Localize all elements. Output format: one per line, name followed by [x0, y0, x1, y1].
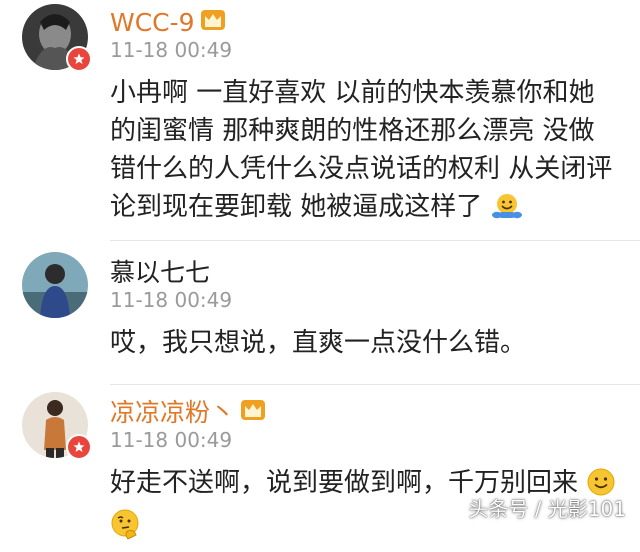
comment-item: WCC-9 11-18 00:49 小冉啊 一直好喜欢 以前的快本羡慕你和她的闺…: [0, 0, 640, 240]
username[interactable]: 凉凉凉粉丶: [110, 400, 235, 425]
comment-text: 哎，我只想说，直爽一点没什么错。: [110, 324, 620, 362]
thinking-emoji-icon: [110, 509, 142, 552]
comment-timestamp: 11-18 00:49: [110, 428, 233, 452]
avatar[interactable]: [22, 252, 88, 318]
verified-badge-icon: [66, 434, 92, 460]
comment-item: 慕以七七 11-18 00:49 哎，我只想说，直爽一点没什么错。: [0, 240, 640, 384]
comment-text-body: 小冉啊 一直好喜欢 以前的快本羡慕你和她的闺蜜情 那种爽朗的性格还那么漂亮 没做…: [110, 78, 613, 222]
comment-text-body: 哎，我只想说，直爽一点没什么错。: [110, 328, 527, 358]
username[interactable]: WCC-9: [110, 10, 195, 35]
hug-emoji-icon: [491, 193, 523, 232]
username[interactable]: 慕以七七: [110, 260, 210, 285]
vip-crown-icon: [240, 398, 266, 422]
verified-badge-icon: [66, 46, 92, 72]
vip-crown-icon: [200, 8, 226, 32]
comment-timestamp: 11-18 00:49: [110, 288, 233, 312]
comment-text: 小冉啊 一直好喜欢 以前的快本羡慕你和她的闺蜜情 那种爽朗的性格还那么漂亮 没做…: [110, 74, 620, 232]
comment-timestamp: 11-18 00:49: [110, 38, 233, 62]
watermark-text: 头条号 / 光影101: [468, 497, 626, 521]
